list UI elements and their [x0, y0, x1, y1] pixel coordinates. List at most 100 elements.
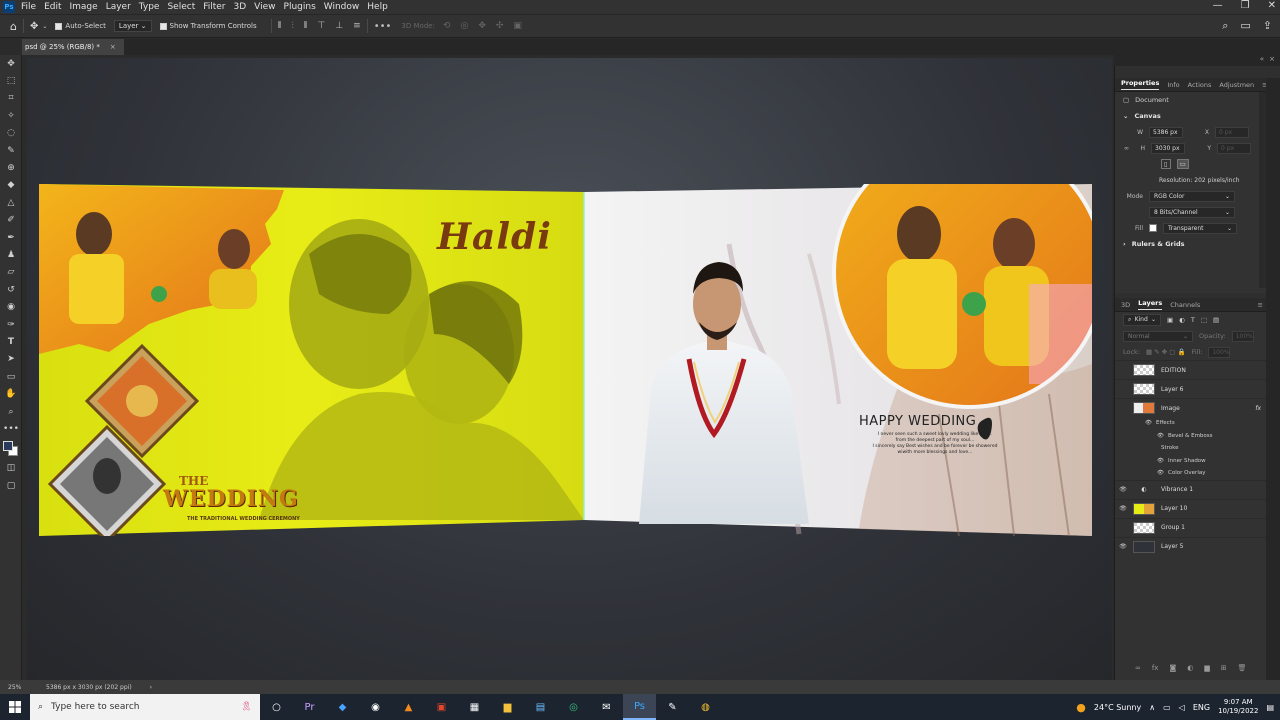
magic-wand-icon[interactable]: ✧: [0, 107, 22, 124]
y-field[interactable]: 0 px: [1217, 142, 1251, 154]
vlc-icon[interactable]: ▲: [392, 694, 425, 720]
menu-type[interactable]: Type: [139, 2, 160, 12]
obs-icon[interactable]: ◉: [359, 694, 392, 720]
layer-row-group-1[interactable]: Group 1: [1115, 517, 1267, 537]
chevron-up-icon[interactable]: ∧: [1149, 703, 1155, 712]
edit-toolbar-icon[interactable]: •••: [0, 420, 22, 437]
tab-info[interactable]: Info: [1167, 81, 1179, 89]
layer-row-layer-5[interactable]: 👁 Layer 5: [1115, 536, 1267, 556]
tab-layers[interactable]: Layers: [1138, 299, 1163, 310]
filter-smart-icon[interactable]: ▤: [1213, 316, 1219, 324]
menu-view[interactable]: View: [254, 2, 275, 12]
pen-app-icon[interactable]: ✎: [656, 694, 689, 720]
move-tool-icon[interactable]: ✥: [30, 21, 38, 32]
width-field[interactable]: 5386 px: [1149, 126, 1183, 138]
opacity-field[interactable]: 100%: [1231, 330, 1254, 342]
hand-tool-icon[interactable]: ✋: [0, 385, 22, 402]
quick-mask-icon[interactable]: ◫: [0, 460, 22, 477]
3d-slide-icon[interactable]: ✣: [496, 21, 504, 31]
fill-field[interactable]: 100%: [1208, 346, 1231, 358]
screen-mode-icon[interactable]: ▢: [0, 477, 22, 494]
lasso-tool-icon[interactable]: ◌: [0, 125, 22, 142]
language-indicator[interactable]: ENG: [1193, 703, 1210, 712]
windows-start-button[interactable]: [0, 694, 30, 720]
layer-row-layer-10[interactable]: 👁 Layer 10: [1115, 498, 1267, 518]
chevron-right-icon[interactable]: ›: [150, 684, 152, 691]
clock[interactable]: 9:07 AM 10/19/2022: [1218, 698, 1258, 716]
trash-icon[interactable]: 🗑: [1238, 664, 1247, 672]
menu-window[interactable]: Window: [324, 2, 360, 12]
tab-3d[interactable]: 3D: [1121, 301, 1130, 309]
close-icon[interactable]: ×: [110, 43, 116, 51]
rulers-grids-section[interactable]: › Rulers & Grids: [1115, 236, 1267, 252]
speaker-icon[interactable]: ◁: [1179, 703, 1185, 712]
eye-icon[interactable]: 👁: [1115, 543, 1131, 550]
chevron-down-icon[interactable]: ⌄: [42, 23, 47, 30]
blend-mode-dropdown[interactable]: Normal ⌄: [1123, 330, 1193, 342]
x-field[interactable]: 0 px: [1215, 126, 1249, 138]
align-middle-icon[interactable]: ⊥: [335, 21, 343, 31]
weather-text[interactable]: 24°C Sunny: [1094, 703, 1141, 712]
taskbar-search[interactable]: ⌕ Type here to search 🎗: [30, 694, 260, 720]
auto-select-target-dropdown[interactable]: Layer ⌄: [113, 20, 152, 32]
effect-bevel-emboss[interactable]: 👁 Bevel & Emboss: [1115, 430, 1267, 443]
filter-pixel-icon[interactable]: ▣: [1167, 316, 1173, 324]
photos-icon[interactable]: ▤: [524, 694, 557, 720]
adjustment-icon[interactable]: ◐: [1187, 664, 1193, 672]
brush-tool-icon[interactable]: ✐: [0, 212, 22, 229]
premiere-icon[interactable]: Pr: [293, 694, 326, 720]
collapse-icon[interactable]: «: [1260, 55, 1264, 63]
pen-tool-icon[interactable]: ✑: [0, 316, 22, 333]
share-icon[interactable]: ⇪: [1263, 19, 1272, 33]
paint-bucket-icon[interactable]: ◆: [0, 177, 22, 194]
layer-row-vibrance-1[interactable]: 👁 ◐ Vibrance 1: [1115, 479, 1267, 499]
new-layer-icon[interactable]: ⊞: [1221, 664, 1227, 672]
bit-depth-dropdown[interactable]: 8 Bits/Channel ⌄: [1149, 206, 1235, 218]
album-artwork[interactable]: Haldi THE WEDDING THE TRADITIONAL WEDDIN…: [39, 184, 1092, 536]
home-icon[interactable]: ⌂: [10, 20, 17, 33]
layer-row-layer-6[interactable]: Layer 6: [1115, 379, 1267, 398]
align-left-icon[interactable]: ⫴: [278, 21, 282, 31]
color-mode-dropdown[interactable]: RGB Color ⌄: [1149, 190, 1235, 202]
eye-icon[interactable]: 👁: [1145, 420, 1152, 426]
more-options-icon[interactable]: •••: [374, 21, 392, 32]
eye-icon[interactable]: 👁: [1157, 458, 1164, 464]
auto-select-checkbox[interactable]: Auto-Select: [55, 22, 106, 30]
office-icon[interactable]: ▣: [425, 694, 458, 720]
menu-file[interactable]: File: [21, 2, 36, 12]
maximize-icon[interactable]: ❐: [1241, 0, 1250, 11]
file-explorer-icon[interactable]: ▆: [491, 694, 524, 720]
cortana-icon[interactable]: ○: [260, 694, 293, 720]
fx-icon[interactable]: fx: [1255, 405, 1261, 412]
portrait-icon[interactable]: ▯: [1161, 159, 1171, 169]
align-center-icon[interactable]: ⫶: [291, 21, 293, 31]
show-transform-controls-checkbox[interactable]: Show Transform Controls: [159, 22, 257, 30]
triangle-tool-icon[interactable]: △: [0, 194, 22, 211]
minimize-icon[interactable]: —: [1213, 0, 1223, 11]
effects-header[interactable]: 👁 Effects: [1115, 417, 1267, 430]
3d-scale-icon[interactable]: ▣: [513, 21, 522, 31]
menu-plugins[interactable]: Plugins: [284, 2, 316, 12]
menu-image[interactable]: Image: [70, 2, 98, 12]
lock-icons[interactable]: ▦ ✎ ✥ ▢ 🔒: [1146, 348, 1186, 356]
move-tool-icon[interactable]: ✥: [0, 55, 22, 72]
tab-adjustments[interactable]: Adjustmen: [1219, 81, 1254, 89]
history-brush-icon[interactable]: ↺: [0, 281, 22, 298]
panel-menu-icon[interactable]: ≡: [1258, 301, 1263, 309]
color-swatches[interactable]: [0, 438, 22, 460]
link-icon[interactable]: ∞: [1123, 145, 1129, 152]
kind-filter-dropdown[interactable]: ⌕ Kind ⌄: [1123, 314, 1161, 326]
height-field[interactable]: 3030 px: [1151, 142, 1185, 154]
path-selection-icon[interactable]: ➤: [0, 351, 22, 368]
document-tab[interactable]: psd @ 25% (RGB/8) * ×: [22, 39, 124, 55]
blur-tool-icon[interactable]: ◉: [0, 298, 22, 315]
zoom-level[interactable]: 25%: [8, 684, 46, 691]
menu-help[interactable]: Help: [367, 2, 388, 12]
eye-icon[interactable]: 👁: [1115, 486, 1131, 493]
eraser-tool-icon[interactable]: ▱: [0, 264, 22, 281]
fill-dropdown[interactable]: Transparent ⌄: [1163, 222, 1237, 234]
app-icon[interactable]: ◆: [326, 694, 359, 720]
folder-icon[interactable]: ▆: [1204, 664, 1209, 672]
chrome-icon[interactable]: ◍: [689, 694, 722, 720]
close-icon[interactable]: ×: [1269, 55, 1275, 63]
